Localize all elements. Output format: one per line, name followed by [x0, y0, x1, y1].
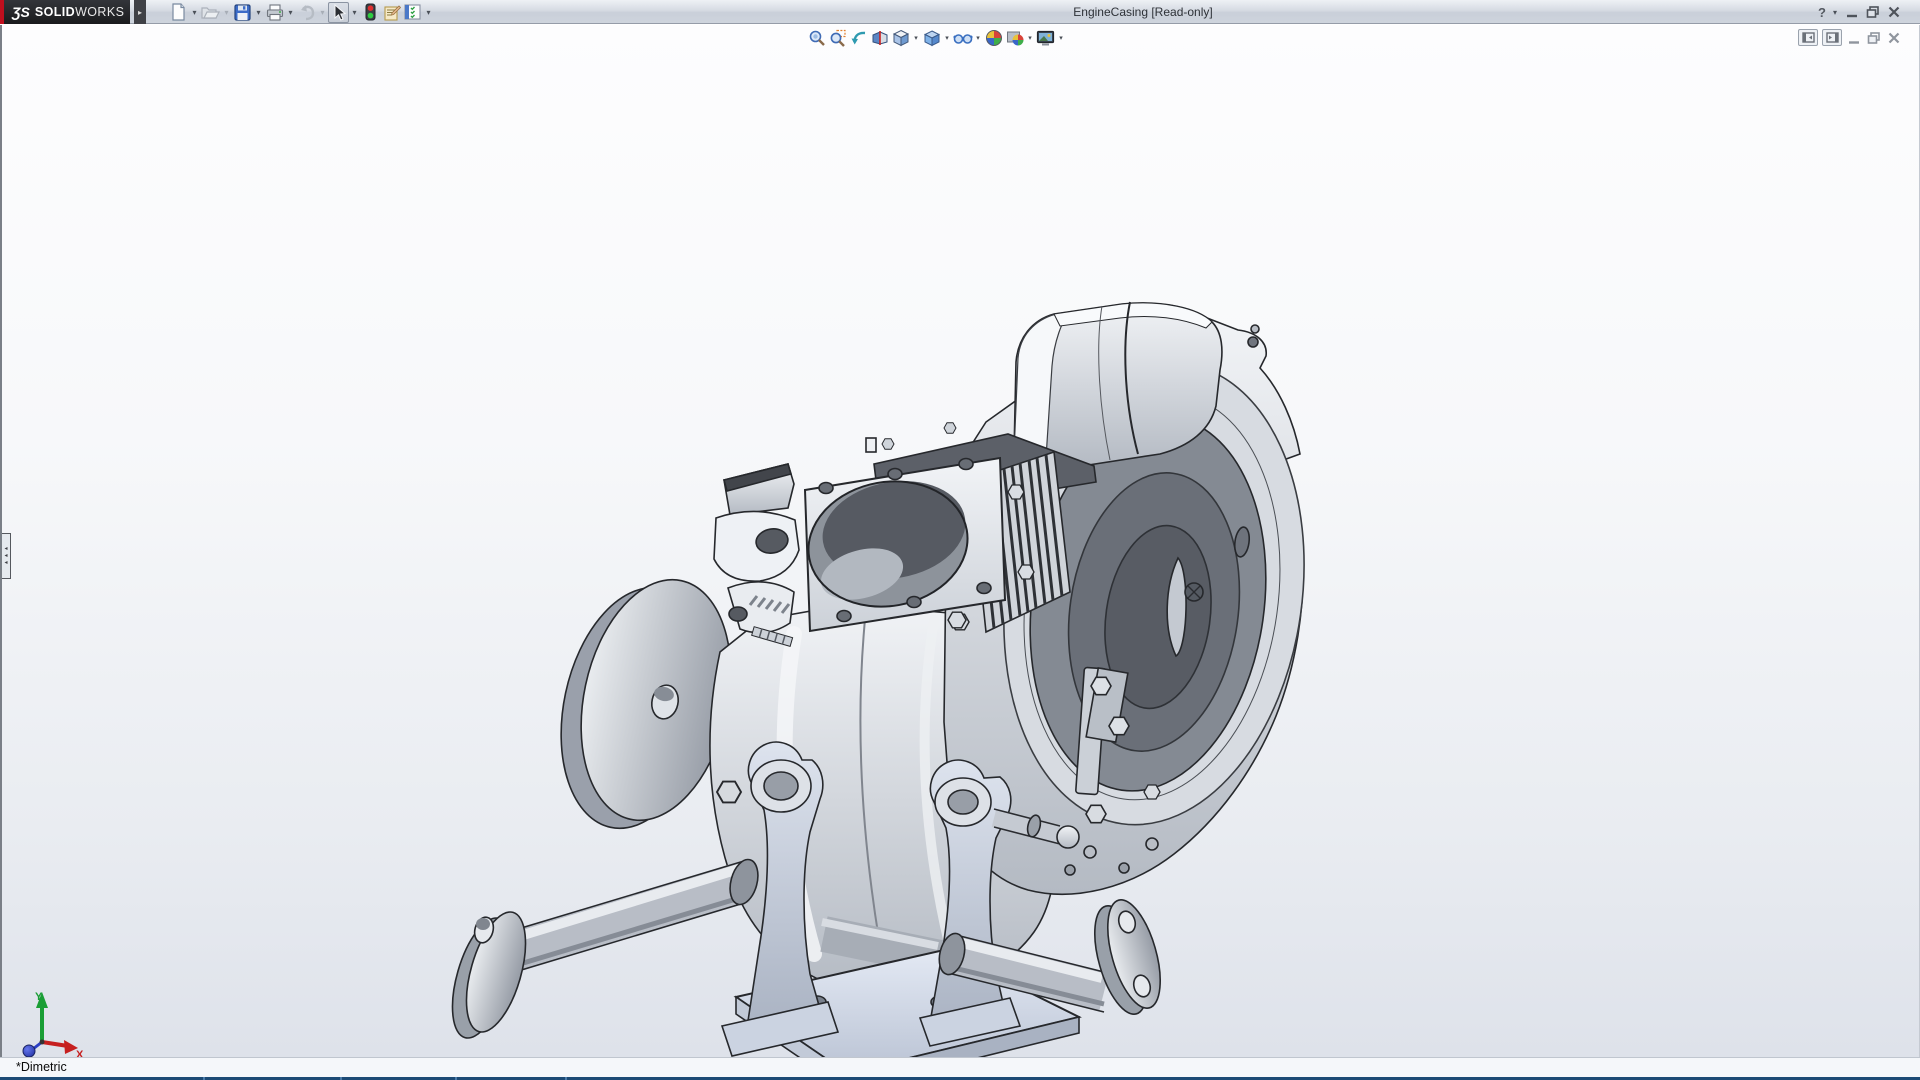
- edit-appearance-icon: [985, 29, 1003, 47]
- restore-document-button[interactable]: [1866, 31, 1882, 45]
- undo-button[interactable]: [296, 2, 317, 23]
- title-bar: ƷS SOLIDWORKS ▸ ▾ ▾: [0, 0, 1920, 24]
- edit-appearance-button[interactable]: [983, 27, 1004, 49]
- undo-dropdown-arrow-icon[interactable]: ▾: [317, 2, 328, 23]
- minimize-document-button[interactable]: [1846, 31, 1862, 45]
- hide-show-items-button[interactable]: [952, 27, 973, 49]
- brand-works: WORKS: [75, 5, 124, 19]
- collapse-arrow-icon: ◂: [4, 553, 7, 559]
- heads-up-view-toolbar: ▾ ▾ ▾: [806, 27, 1066, 49]
- save-dropdown-arrow-icon[interactable]: ▾: [253, 2, 264, 23]
- undo-icon: [298, 4, 316, 21]
- main-toolbar: ▾ ▾ ▾: [168, 0, 434, 24]
- feature-panel-collapsed-tab[interactable]: ◂ ◂ ◂: [2, 533, 11, 579]
- restore-right-pane-button[interactable]: [1822, 29, 1842, 46]
- previous-view-button[interactable]: [848, 27, 869, 49]
- options-button[interactable]: [402, 2, 423, 23]
- file-properties-icon: [383, 4, 401, 21]
- apply-scene-button[interactable]: [1004, 27, 1025, 49]
- zoom-to-area-button[interactable]: [827, 27, 848, 49]
- rebuild-traffic-light-icon: [365, 3, 376, 21]
- open-icon: [201, 4, 220, 20]
- status-bar: *Dimetric: [0, 1057, 1920, 1077]
- help-button[interactable]: ?: [1818, 5, 1826, 20]
- hide-show-items-icon: [953, 29, 973, 47]
- print-icon: [266, 4, 284, 21]
- solidworks-logo-icon: ƷS: [12, 4, 30, 20]
- new-document-button[interactable]: [168, 2, 189, 23]
- previous-view-icon: [850, 29, 868, 47]
- triad-z-ball-icon: [23, 1045, 35, 1057]
- restore-right-pane-icon: [1826, 32, 1839, 43]
- options-icon: [404, 4, 421, 20]
- view-orientation-dropdown-icon[interactable]: ▾: [911, 34, 921, 42]
- display-style-icon: [923, 29, 941, 47]
- file-properties-button[interactable]: [381, 2, 402, 23]
- print-button[interactable]: [264, 2, 285, 23]
- section-view-button[interactable]: [869, 27, 890, 49]
- view-orientation-label: *Dimetric: [16, 1060, 67, 1074]
- zoom-to-fit-icon: [808, 29, 826, 47]
- minimize-window-button[interactable]: [1844, 5, 1860, 19]
- view-settings-dropdown-icon[interactable]: ▾: [1056, 34, 1066, 42]
- view-orientation-button[interactable]: [890, 27, 911, 49]
- select-cursor-icon: [332, 4, 346, 21]
- flyout-arrow-icon: ▸: [138, 8, 142, 17]
- window-controls: ? ▾: [1818, 0, 1902, 24]
- model-geometry: [441, 302, 1333, 1057]
- new-dropdown-arrow-icon[interactable]: ▾: [189, 2, 200, 23]
- options-dropdown-arrow-icon[interactable]: ▾: [423, 2, 434, 23]
- collapse-arrow-icon: ◂: [4, 560, 7, 566]
- section-view-icon: [871, 29, 889, 47]
- close-document-button[interactable]: [1886, 31, 1902, 45]
- display-style-button[interactable]: [921, 27, 942, 49]
- triad-x-label: X: [76, 1049, 84, 1057]
- solidworks-window: ƷS SOLIDWORKS ▸ ▾ ▾: [0, 0, 1920, 1080]
- open-button[interactable]: [200, 2, 221, 23]
- save-icon: [234, 4, 251, 21]
- menu-flyout-button[interactable]: ▸: [134, 0, 146, 24]
- view-settings-icon: [1036, 30, 1055, 47]
- apply-scene-icon: [1006, 29, 1024, 47]
- orientation-triad: Y X Z: [14, 991, 84, 1057]
- restore-left-pane-icon: [1802, 32, 1815, 43]
- solidworks-logo: ƷS SOLIDWORKS: [0, 0, 130, 24]
- restore-window-button[interactable]: [1865, 5, 1881, 19]
- zoom-to-area-icon: [829, 29, 847, 47]
- view-settings-button[interactable]: [1035, 27, 1056, 49]
- window-title: EngineCasing [Read-only]: [1073, 0, 1212, 24]
- brand-solid: SOLID: [35, 5, 75, 19]
- close-window-button[interactable]: [1886, 5, 1902, 19]
- rebuild-button[interactable]: [360, 2, 381, 23]
- save-button[interactable]: [232, 2, 253, 23]
- display-style-dropdown-icon[interactable]: ▾: [942, 34, 952, 42]
- view-orientation-icon: [892, 29, 910, 47]
- restore-left-pane-button[interactable]: [1798, 29, 1818, 46]
- print-dropdown-arrow-icon[interactable]: ▾: [285, 2, 296, 23]
- graphics-viewport[interactable]: Y X Z: [0, 25, 1920, 1057]
- apply-scene-dropdown-icon[interactable]: ▾: [1025, 34, 1035, 42]
- zoom-to-fit-button[interactable]: [806, 27, 827, 49]
- select-dropdown-arrow-icon[interactable]: ▾: [349, 2, 360, 23]
- document-window-controls: [1798, 29, 1902, 46]
- triad-y-label: Y: [35, 991, 43, 1003]
- select-tool-button[interactable]: [328, 2, 349, 23]
- open-dropdown-arrow-icon[interactable]: ▾: [221, 2, 232, 23]
- hide-show-items-dropdown-icon[interactable]: ▾: [973, 34, 983, 42]
- new-document-icon: [170, 3, 187, 21]
- help-dropdown-arrow-icon[interactable]: ▾: [1831, 2, 1839, 23]
- collapse-arrow-icon: ◂: [4, 546, 7, 552]
- engine-casing-model[interactable]: Y X Z: [2, 25, 1920, 1057]
